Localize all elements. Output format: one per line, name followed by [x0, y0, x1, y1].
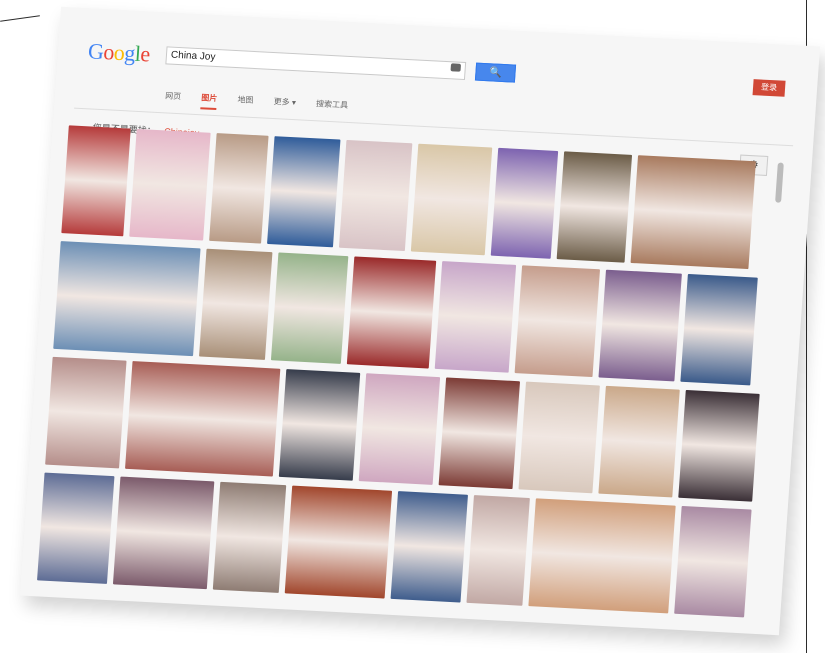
- image-thumbnail[interactable]: [284, 485, 393, 599]
- image-thumbnail[interactable]: [212, 481, 287, 593]
- image-thumbnail[interactable]: [338, 139, 413, 252]
- image-thumbnail[interactable]: [390, 491, 468, 603]
- printed-screenshot: Google China Joy 🔍 登录 网页 图片 地图 更多 ▾ 搜索工具…: [19, 6, 821, 636]
- image-thumbnail[interactable]: [125, 361, 281, 477]
- tab-images[interactable]: 图片: [200, 92, 218, 111]
- image-thumbnail[interactable]: [199, 248, 273, 360]
- image-thumbnail[interactable]: [556, 151, 633, 263]
- image-thumbnail[interactable]: [528, 498, 676, 614]
- image-thumbnail[interactable]: [598, 269, 682, 382]
- image-thumbnail[interactable]: [278, 369, 361, 481]
- image-thumbnail[interactable]: [209, 133, 269, 244]
- image-thumbnail[interactable]: [598, 385, 680, 498]
- image-thumbnail[interactable]: [518, 381, 600, 494]
- image-thumbnail[interactable]: [346, 256, 437, 369]
- tab-search-tools[interactable]: 搜索工具: [315, 98, 349, 115]
- image-thumbnail[interactable]: [37, 472, 115, 584]
- image-thumbnail[interactable]: [61, 125, 131, 237]
- logo-letter: e: [139, 41, 151, 67]
- search-tabs: 网页 图片 地图 更多 ▾ 搜索工具: [164, 90, 366, 120]
- image-thumbnail[interactable]: [438, 377, 521, 490]
- image-thumbnail[interactable]: [129, 128, 211, 241]
- image-thumbnail[interactable]: [678, 390, 760, 502]
- background-line-top: [0, 15, 40, 22]
- image-thumbnail[interactable]: [267, 136, 341, 248]
- image-thumbnail[interactable]: [112, 476, 215, 590]
- image-thumbnail[interactable]: [466, 495, 530, 606]
- google-logo[interactable]: Google: [87, 38, 151, 67]
- search-button[interactable]: 🔍: [474, 62, 517, 83]
- top-bar: Google China Joy 🔍 登录 网页 图片 地图 更多 ▾ 搜索工具…: [74, 30, 798, 203]
- image-thumbnail[interactable]: [410, 143, 493, 256]
- image-thumbnail[interactable]: [53, 241, 201, 357]
- tab-web[interactable]: 网页: [164, 90, 182, 106]
- image-thumbnail[interactable]: [270, 252, 349, 364]
- image-thumbnail[interactable]: [434, 261, 517, 373]
- image-results-grid: [36, 125, 795, 626]
- image-thumbnail[interactable]: [674, 505, 752, 618]
- tab-more[interactable]: 更多 ▾: [273, 96, 296, 112]
- image-thumbnail[interactable]: [358, 373, 441, 485]
- image-thumbnail[interactable]: [514, 265, 601, 378]
- camera-icon[interactable]: [450, 63, 462, 72]
- image-thumbnail[interactable]: [680, 273, 758, 386]
- image-thumbnail[interactable]: [45, 356, 127, 469]
- image-thumbnail[interactable]: [490, 147, 559, 259]
- search-input[interactable]: China Joy: [165, 46, 467, 81]
- tab-maps[interactable]: 地图: [237, 94, 254, 110]
- image-thumbnail[interactable]: [630, 155, 756, 270]
- signin-button[interactable]: 登录: [752, 79, 786, 97]
